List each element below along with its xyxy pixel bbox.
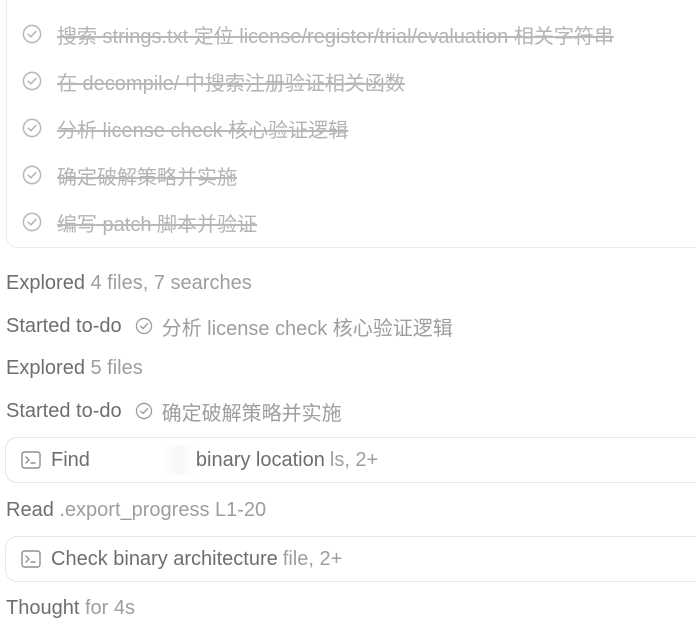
- command-card[interactable]: Check binary architecture file, 2+: [5, 536, 696, 582]
- todo-item[interactable]: 分析 license check 核心验证逻辑: [21, 113, 348, 143]
- command-label: Find: [51, 448, 90, 471]
- terminal-icon: [20, 449, 42, 471]
- command-label-end: binary location: [195, 448, 325, 471]
- activity-detail: for 4s: [84, 596, 135, 619]
- activity-action: Read: [6, 498, 54, 521]
- check-circle-icon: [21, 23, 43, 45]
- todo-item-label: 在 decompile/ 中搜索注册验证相关函数: [57, 72, 405, 95]
- activity-action: Started to-do: [6, 399, 122, 422]
- activity-action: Explored: [6, 356, 85, 379]
- todo-item-label: 搜索 strings.txt 定位 license/register/trial…: [57, 25, 614, 48]
- todo-item[interactable]: 编写 patch 脚本并验证: [21, 207, 257, 237]
- todo-item-label: 编写 patch 脚本并验证: [57, 213, 258, 236]
- terminal-icon: [20, 548, 42, 570]
- command-card[interactable]: Find binary location ls, 2+: [5, 437, 696, 483]
- activity-detail: 5 files: [90, 356, 143, 379]
- command-label: Check binary architecture: [51, 547, 278, 570]
- redacted-area: [95, 445, 206, 475]
- todo-item[interactable]: 搜索 strings.txt 定位 license/register/trial…: [21, 19, 614, 49]
- read-file-row[interactable]: Read .export_progress L1-20: [6, 495, 266, 525]
- agent-activity-panel: 搜索 strings.txt 定位 license/register/trial…: [0, 0, 696, 628]
- activity-detail: 4 files, 7 searches: [90, 271, 252, 294]
- activity-action: Explored: [6, 271, 85, 294]
- todo-item-label: 分析 license check 核心验证逻辑: [57, 119, 349, 142]
- todo-task-label: 分析 license check 核心验证逻辑: [161, 317, 453, 340]
- check-circle-icon: [21, 164, 43, 186]
- thought-row[interactable]: Thought for 4s: [6, 593, 135, 623]
- activity-action: Thought: [6, 596, 80, 619]
- command-detail: ls, 2+: [329, 448, 379, 471]
- check-circle-icon: [134, 316, 154, 336]
- activity-action: Started to-do: [6, 314, 122, 337]
- check-circle-icon: [21, 117, 43, 139]
- explored-summary[interactable]: Explored 5 files: [6, 353, 143, 383]
- check-circle-icon: [134, 401, 154, 421]
- todo-item-label: 确定破解策略并实施: [57, 166, 237, 189]
- todo-list-card: 搜索 strings.txt 定位 license/register/trial…: [6, 0, 696, 248]
- explored-summary[interactable]: Explored 4 files, 7 searches: [6, 268, 252, 298]
- todo-task-label: 确定破解策略并实施: [161, 402, 342, 425]
- started-todo-row[interactable]: Started to-do 确定破解策略并实施: [6, 396, 342, 426]
- check-circle-icon: [21, 70, 43, 92]
- activity-detail: .export_progress L1-20: [59, 498, 267, 521]
- todo-item[interactable]: 在 decompile/ 中搜索注册验证相关函数: [21, 66, 405, 96]
- command-detail: file, 2+: [282, 547, 343, 570]
- check-circle-icon: [21, 211, 43, 233]
- todo-item[interactable]: 确定破解策略并实施: [21, 160, 237, 190]
- started-todo-row[interactable]: Started to-do 分析 license check 核心验证逻辑: [6, 311, 453, 341]
